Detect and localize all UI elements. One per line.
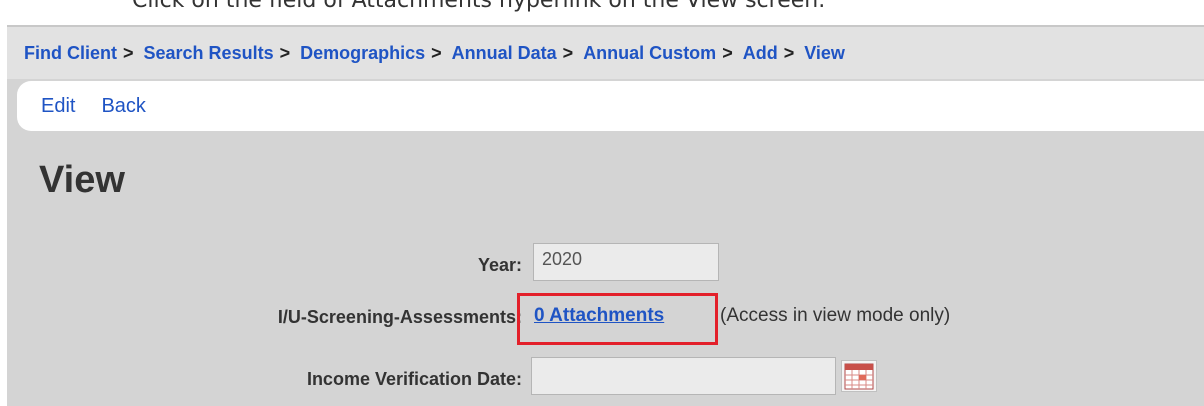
breadcrumb-find-client[interactable]: Find Client (24, 43, 117, 64)
breadcrumb-separator: > (722, 42, 733, 63)
view-mode-note: (Access in view mode only) (720, 305, 951, 326)
breadcrumb-separator: > (279, 42, 291, 63)
breadcrumb-demographics[interactable]: Demographics (300, 43, 425, 64)
breadcrumb-separator: > (783, 42, 795, 63)
breadcrumb-annual-data[interactable]: Annual Data (452, 43, 557, 64)
breadcrumb-search-results[interactable]: Search Results (144, 43, 274, 64)
page-title: View (39, 159, 125, 201)
calendar-icon[interactable] (841, 360, 877, 392)
income-verification-date-label: Income Verification Date: (306, 369, 522, 389)
year-field[interactable]: 2020 (533, 243, 719, 281)
breadcrumb: Find Client > Search Results > Demograph… (7, 27, 1204, 79)
action-bar: Edit Back (17, 81, 1204, 131)
back-link[interactable]: Back (101, 95, 145, 118)
breadcrumb-view[interactable]: View (804, 43, 845, 64)
edit-link[interactable]: Edit (41, 95, 75, 118)
breadcrumb-separator: > (123, 42, 134, 63)
instruction-text: Click on the field of Attachments hyperl… (132, 0, 826, 13)
breadcrumb-separator: > (562, 42, 574, 63)
year-label: Year: (477, 255, 522, 275)
breadcrumb-add[interactable]: Add (743, 43, 778, 64)
breadcrumb-separator: > (431, 42, 442, 63)
app-window: Find Client > Search Results > Demograph… (7, 25, 1204, 406)
income-verification-date-field[interactable] (531, 357, 836, 395)
breadcrumb-annual-custom[interactable]: Annual Custom (583, 43, 716, 64)
attachments-link[interactable]: 0 Attachments (534, 305, 664, 327)
screening-assessments-label: I/U-Screening-Assessments: (277, 307, 522, 327)
